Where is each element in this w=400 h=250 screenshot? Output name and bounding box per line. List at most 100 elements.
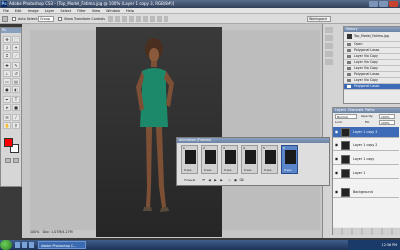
auto-select-label: Auto Select: xyxy=(18,17,38,21)
start-button-icon[interactable] xyxy=(0,240,12,250)
history-state-icon xyxy=(347,49,351,52)
photoshop-logo-icon: Ps xyxy=(1,1,7,7)
collapsed-panel-icons[interactable] xyxy=(325,27,333,67)
animation-frame-selected[interactable]: 60 sec. xyxy=(281,145,298,174)
history-item-current[interactable]: Polygonal Lasso xyxy=(344,84,400,90)
zoom-level[interactable]: 100% xyxy=(30,230,39,234)
slice-tool-icon[interactable]: ⟋ xyxy=(12,52,20,59)
eye-icon[interactable]: ◉ xyxy=(334,190,339,194)
previous-frame-icon[interactable]: ◀ xyxy=(207,177,212,183)
layer-row[interactable]: ◉ Layer 1 copy xyxy=(333,154,399,165)
clock[interactable]: 12:36 PM xyxy=(382,243,397,247)
hand-tool-icon[interactable]: ✋ xyxy=(3,122,11,129)
stamp-tool-icon[interactable]: ⊥ xyxy=(3,70,11,77)
shape-tool-icon[interactable]: ■ xyxy=(12,104,20,111)
model-left-shoe xyxy=(143,207,152,211)
eye-icon[interactable]: ◉ xyxy=(334,143,339,147)
animation-frame[interactable]: 50 sec. xyxy=(261,145,278,174)
zoom-tool-icon[interactable]: ⚲ xyxy=(12,122,20,129)
status-bar: 100% Doc: 1.07M/4.27M xyxy=(30,229,130,235)
history-panel: History Top_Model_Fatima.jpg Open Polygo… xyxy=(343,26,400,104)
history-state-icon xyxy=(347,79,351,82)
magic-wand-tool-icon[interactable]: ✦ xyxy=(12,44,20,51)
quick-mask-icon[interactable] xyxy=(5,158,11,163)
eye-icon[interactable]: ◉ xyxy=(334,157,339,161)
type-tool-icon[interactable]: T xyxy=(12,96,20,103)
animation-frame[interactable]: 20 sec. xyxy=(201,145,218,174)
animation-frame[interactable]: 10 sec. xyxy=(181,145,198,174)
eraser-tool-icon[interactable]: ▭ xyxy=(3,78,11,85)
right-panel-dock: History Top_Model_Fatima.jpg Open Polygo… xyxy=(322,24,400,238)
gradient-tool-icon[interactable]: ▤ xyxy=(12,78,20,85)
model-neck xyxy=(151,61,157,67)
crop-tool-icon[interactable]: ⌗ xyxy=(3,52,11,59)
layers-panel: Layers Channels Paths Normal Opacity: 10… xyxy=(332,107,400,235)
history-state-icon xyxy=(347,61,351,64)
model-face xyxy=(149,48,159,62)
history-snapshot[interactable]: Top_Model_Fatima.jpg xyxy=(344,32,400,42)
tab-layers[interactable]: Layers xyxy=(335,108,346,112)
fill-field[interactable]: 100% xyxy=(379,120,395,125)
layers-panel-tabs: Layers Channels Paths xyxy=(333,108,400,113)
blend-mode-dropdown[interactable]: Normal xyxy=(335,114,357,119)
move-tool-icon[interactable]: ✥ xyxy=(3,36,11,43)
close-button[interactable] xyxy=(389,1,398,7)
maximize-button[interactable] xyxy=(379,1,388,7)
auto-select-dropdown[interactable]: Group xyxy=(38,16,54,22)
history-state-icon xyxy=(347,67,351,70)
toolbox-header: Ps xyxy=(1,28,21,33)
quick-launch-icons[interactable] xyxy=(15,242,35,248)
tab-paths[interactable]: Paths xyxy=(365,108,374,112)
delete-frame-icon[interactable]: ⌫ xyxy=(239,177,244,183)
animation-frame[interactable]: 40 sec. xyxy=(241,145,258,174)
align-buttons-group[interactable] xyxy=(108,16,168,22)
auto-select-checkbox[interactable] xyxy=(12,17,16,21)
layer-row[interactable]: ◉ Layer 1 copy 3 xyxy=(333,127,399,138)
frame-thumbnail xyxy=(225,150,236,164)
layer-action-buttons[interactable] xyxy=(333,228,400,235)
notes-tool-icon[interactable]: ✉ xyxy=(3,114,11,121)
lasso-tool-icon[interactable]: ↄ xyxy=(3,44,11,51)
brush-tool-icon[interactable]: ✎ xyxy=(12,62,20,69)
minimize-button[interactable] xyxy=(369,1,378,7)
animation-frame[interactable]: 30 sec. xyxy=(221,145,238,174)
marquee-tool-icon[interactable]: ⬚ xyxy=(12,36,20,43)
taskbar-photoshop-button[interactable]: Adobe Photoshop C... xyxy=(38,241,86,249)
doc-info: Doc: 1.07M/4.27M xyxy=(42,230,73,234)
layer-row[interactable]: ◉ Background xyxy=(333,187,399,198)
loop-dropdown[interactable]: Forever xyxy=(181,177,199,183)
path-select-tool-icon[interactable]: ➤ xyxy=(3,104,11,111)
show-transform-label: Show Transform Controls xyxy=(64,17,106,21)
healing-tool-icon[interactable]: ✚ xyxy=(3,62,11,69)
animation-panel: Animation (Frames) 10 sec. 20 sec. 30 se… xyxy=(176,137,330,186)
layer-row[interactable]: ◉ Layer 1 xyxy=(333,168,399,179)
first-frame-icon[interactable]: ⏮ xyxy=(201,177,206,183)
tab-channels[interactable]: Channels xyxy=(348,108,363,112)
pen-tool-icon[interactable]: ✒ xyxy=(3,96,11,103)
layer-row[interactable]: ◉ Layer 1 copy 2 xyxy=(333,140,399,151)
model-dress-skirt xyxy=(140,89,168,127)
model-dress-top xyxy=(142,68,166,89)
eye-icon[interactable]: ◉ xyxy=(334,130,339,134)
eye-icon[interactable]: ◉ xyxy=(334,171,339,175)
workspace-dropdown[interactable]: Workspace xyxy=(307,16,331,22)
history-brush-tool-icon[interactable]: ↺ xyxy=(12,70,20,77)
opacity-field[interactable]: 100% xyxy=(379,114,395,119)
move-tool-preset-icon[interactable] xyxy=(2,16,8,22)
screen-mode-icon[interactable] xyxy=(13,158,19,163)
frame-thumbnail xyxy=(265,150,276,164)
document-canvas[interactable] xyxy=(96,27,222,237)
duplicate-frame-icon[interactable]: ▣ xyxy=(233,177,238,183)
frame-thumbnail xyxy=(185,150,196,164)
blur-tool-icon[interactable]: ● xyxy=(3,86,11,93)
dodge-tool-icon[interactable]: ◐ xyxy=(12,86,20,93)
window-title: Adobe Photoshop CS3 - [Top_Model_Fatima.… xyxy=(9,1,175,6)
next-frame-icon[interactable]: ▶ xyxy=(219,177,224,183)
play-icon[interactable]: ▶ xyxy=(213,177,218,183)
eyedropper-tool-icon[interactable]: ⁄ xyxy=(12,114,20,121)
tween-icon[interactable]: ◇ xyxy=(227,177,232,183)
show-transform-checkbox[interactable] xyxy=(58,17,62,21)
history-state-icon xyxy=(347,85,351,88)
layer-thumbnail xyxy=(341,128,350,137)
foreground-color-swatch[interactable] xyxy=(4,138,13,147)
